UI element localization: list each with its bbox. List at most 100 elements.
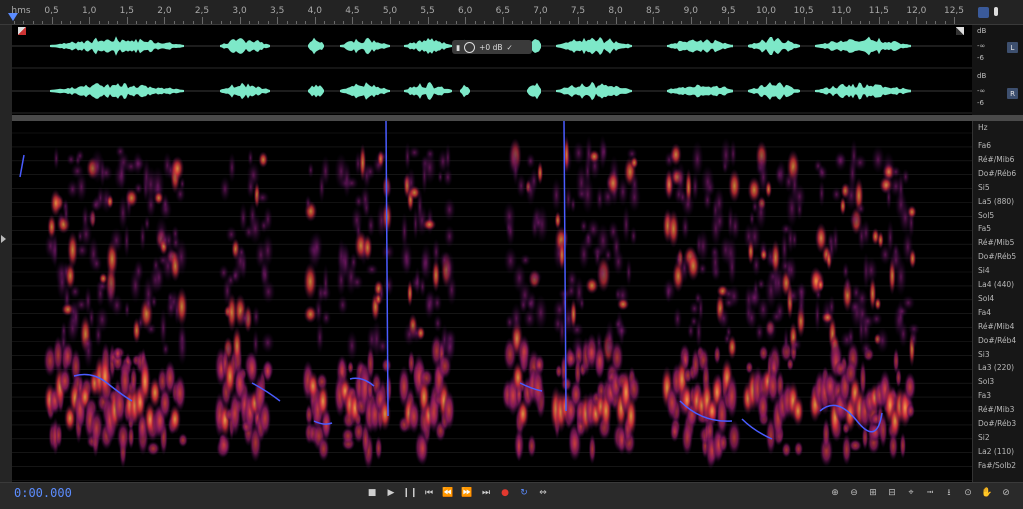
- pitch-note-label: Si2: [978, 432, 990, 442]
- ruler-tick-label: 1,0: [82, 6, 97, 16]
- spectrogram-energy-blob: [774, 300, 786, 323]
- spectrogram-energy-blob: [625, 257, 633, 287]
- zoom-navigator-icon[interactable]: [978, 7, 989, 18]
- ruler-minor-tick: [14, 21, 15, 24]
- collapse-arrow-icon[interactable]: [1, 235, 6, 243]
- zoom-in-left-button[interactable]: ⭲: [921, 485, 939, 501]
- channel-right-toggle[interactable]: R: [1007, 88, 1018, 99]
- spectrogram-fundamental-blob: [792, 395, 804, 427]
- spectrogram-energy-blob: [697, 228, 710, 264]
- zoom-in-right-button[interactable]: ⭳: [940, 485, 958, 501]
- record-button[interactable]: ●: [496, 485, 514, 501]
- ruler-tick-label: 10,5: [793, 6, 814, 16]
- zoom-in-amplitude-button[interactable]: ⊕: [826, 485, 844, 501]
- ruler-minor-tick: [352, 21, 354, 24]
- ruler-minor-tick: [277, 21, 279, 24]
- spectrogram-energy-blob: [831, 224, 840, 257]
- spectrogram-energy-blob: [570, 195, 577, 214]
- go-to-start-button[interactable]: ⏮: [420, 485, 438, 501]
- play-button[interactable]: ▶: [382, 485, 400, 501]
- spectrogram-energy-blob: [362, 234, 373, 262]
- spectrogram-energy-blob: [320, 155, 331, 188]
- ruler-minor-tick: [643, 21, 645, 24]
- pause-button[interactable]: ❙❙: [401, 485, 419, 501]
- stop-button[interactable]: ■: [363, 485, 381, 501]
- spectrogram-energy-blob: [420, 242, 432, 283]
- zoom-reset-button[interactable]: ⊘: [997, 485, 1015, 501]
- spectrogram-energy-blob: [729, 139, 737, 169]
- go-to-end-button[interactable]: ⏭: [477, 485, 495, 501]
- spectrogram-energy-blob: [907, 205, 917, 219]
- spectrogram-energy-blob: [604, 247, 613, 263]
- fade-in-handle-icon[interactable]: [18, 27, 26, 35]
- zoom-out-full-button[interactable]: ⊙: [959, 485, 977, 501]
- ruler-minor-tick: [690, 21, 692, 24]
- pitch-note-label: Ré#/Mib6: [978, 154, 1015, 164]
- ruler-minor-tick: [784, 21, 786, 24]
- spectrogram-energy-blob: [627, 182, 641, 213]
- spectrogram-energy-blob: [519, 253, 531, 267]
- spectrogram-energy-blob: [171, 225, 180, 242]
- waveform-display[interactable]: ▮ +0 dB ✓: [12, 25, 972, 115]
- hand-tool-button[interactable]: ✋: [978, 485, 996, 501]
- waveform-segment: [220, 82, 270, 100]
- hud-knob-icon[interactable]: [464, 41, 476, 53]
- spectrogram-energy-blob: [507, 140, 521, 178]
- hud-gain-control[interactable]: ▮ +0 dB ✓: [452, 40, 532, 54]
- spectrogram-energy-blob: [570, 322, 584, 338]
- zoom-in-time-button[interactable]: ⊞: [864, 485, 882, 501]
- spectrogram-energy-blob: [443, 197, 456, 222]
- db-level-top: -6: [977, 54, 984, 62]
- ruler-minor-tick: [587, 21, 589, 24]
- pitch-note-label: La2 (110): [978, 446, 1015, 456]
- hud-gain-value: +0 dB: [479, 42, 503, 52]
- time-display[interactable]: 0:00.000: [14, 486, 72, 500]
- rewind-button[interactable]: ⏪: [439, 485, 457, 501]
- spectrogram-energy-blob: [219, 175, 231, 203]
- spectrogram-energy-blob: [399, 239, 413, 276]
- time-ruler[interactable]: hms 0,5 1,0 1,5 2,0 2,5 3,0 3,5 4,0 4,5 5,0 5,5 6,0…: [0, 0, 1023, 25]
- spectrogram-energy-blob: [860, 340, 873, 358]
- skip-selection-button[interactable]: ⇔: [534, 485, 552, 501]
- spectrogram-energy-blob: [774, 164, 784, 185]
- spectrogram-energy-blob: [175, 286, 188, 327]
- channel-left-toggle[interactable]: L: [1007, 42, 1018, 53]
- pitch-curve-fragment: [19, 154, 25, 178]
- fast-forward-button[interactable]: ⏩: [458, 485, 476, 501]
- spectrogram-energy-blob: [175, 185, 186, 204]
- ruler-minor-tick: [531, 21, 532, 24]
- spectrogram-energy-blob: [710, 245, 721, 279]
- hud-pin-icon[interactable]: ✓: [507, 43, 513, 52]
- spectral-pitch-display[interactable]: [12, 121, 972, 482]
- ruler-minor-tick: [465, 21, 467, 24]
- spectrogram-energy-blob: [442, 167, 453, 187]
- ruler-minor-tick: [305, 21, 307, 24]
- zoom-to-selection-button[interactable]: ⌖: [902, 485, 920, 501]
- zoom-out-amplitude-button[interactable]: ⊖: [845, 485, 863, 501]
- ruler-minor-tick: [42, 21, 44, 24]
- spectrogram-energy-blob: [691, 140, 704, 178]
- waveform-segment: [404, 38, 452, 54]
- ruler-minor-tick: [155, 21, 156, 24]
- spectrogram-energy-blob: [258, 151, 269, 169]
- spectrogram-energy-blob: [366, 213, 376, 238]
- pin-icon[interactable]: [994, 7, 998, 16]
- ruler-minor-tick: [258, 21, 260, 24]
- ruler-minor-tick: [164, 21, 166, 24]
- ruler-minor-tick: [747, 21, 749, 24]
- spectrogram-energy-blob: [611, 231, 622, 263]
- ruler-minor-tick: [474, 21, 476, 24]
- spectrogram-energy-blob: [350, 274, 364, 291]
- loop-playback-button[interactable]: ↻: [515, 485, 533, 501]
- spectrogram-energy-blob: [816, 164, 829, 182]
- hz-axis-unit: Hz: [978, 123, 988, 132]
- spectrogram-energy-blob: [432, 293, 443, 313]
- fade-out-handle-icon[interactable]: [956, 27, 964, 35]
- spectrogram-energy-blob: [146, 441, 160, 456]
- ruler-minor-tick: [540, 21, 542, 24]
- zoom-out-time-button[interactable]: ⊟: [883, 485, 901, 501]
- spectrogram-energy-blob: [616, 297, 630, 311]
- ruler-minor-tick: [296, 21, 297, 24]
- spectrogram-energy-blob: [132, 151, 144, 176]
- spectrogram-energy-blob: [310, 230, 324, 264]
